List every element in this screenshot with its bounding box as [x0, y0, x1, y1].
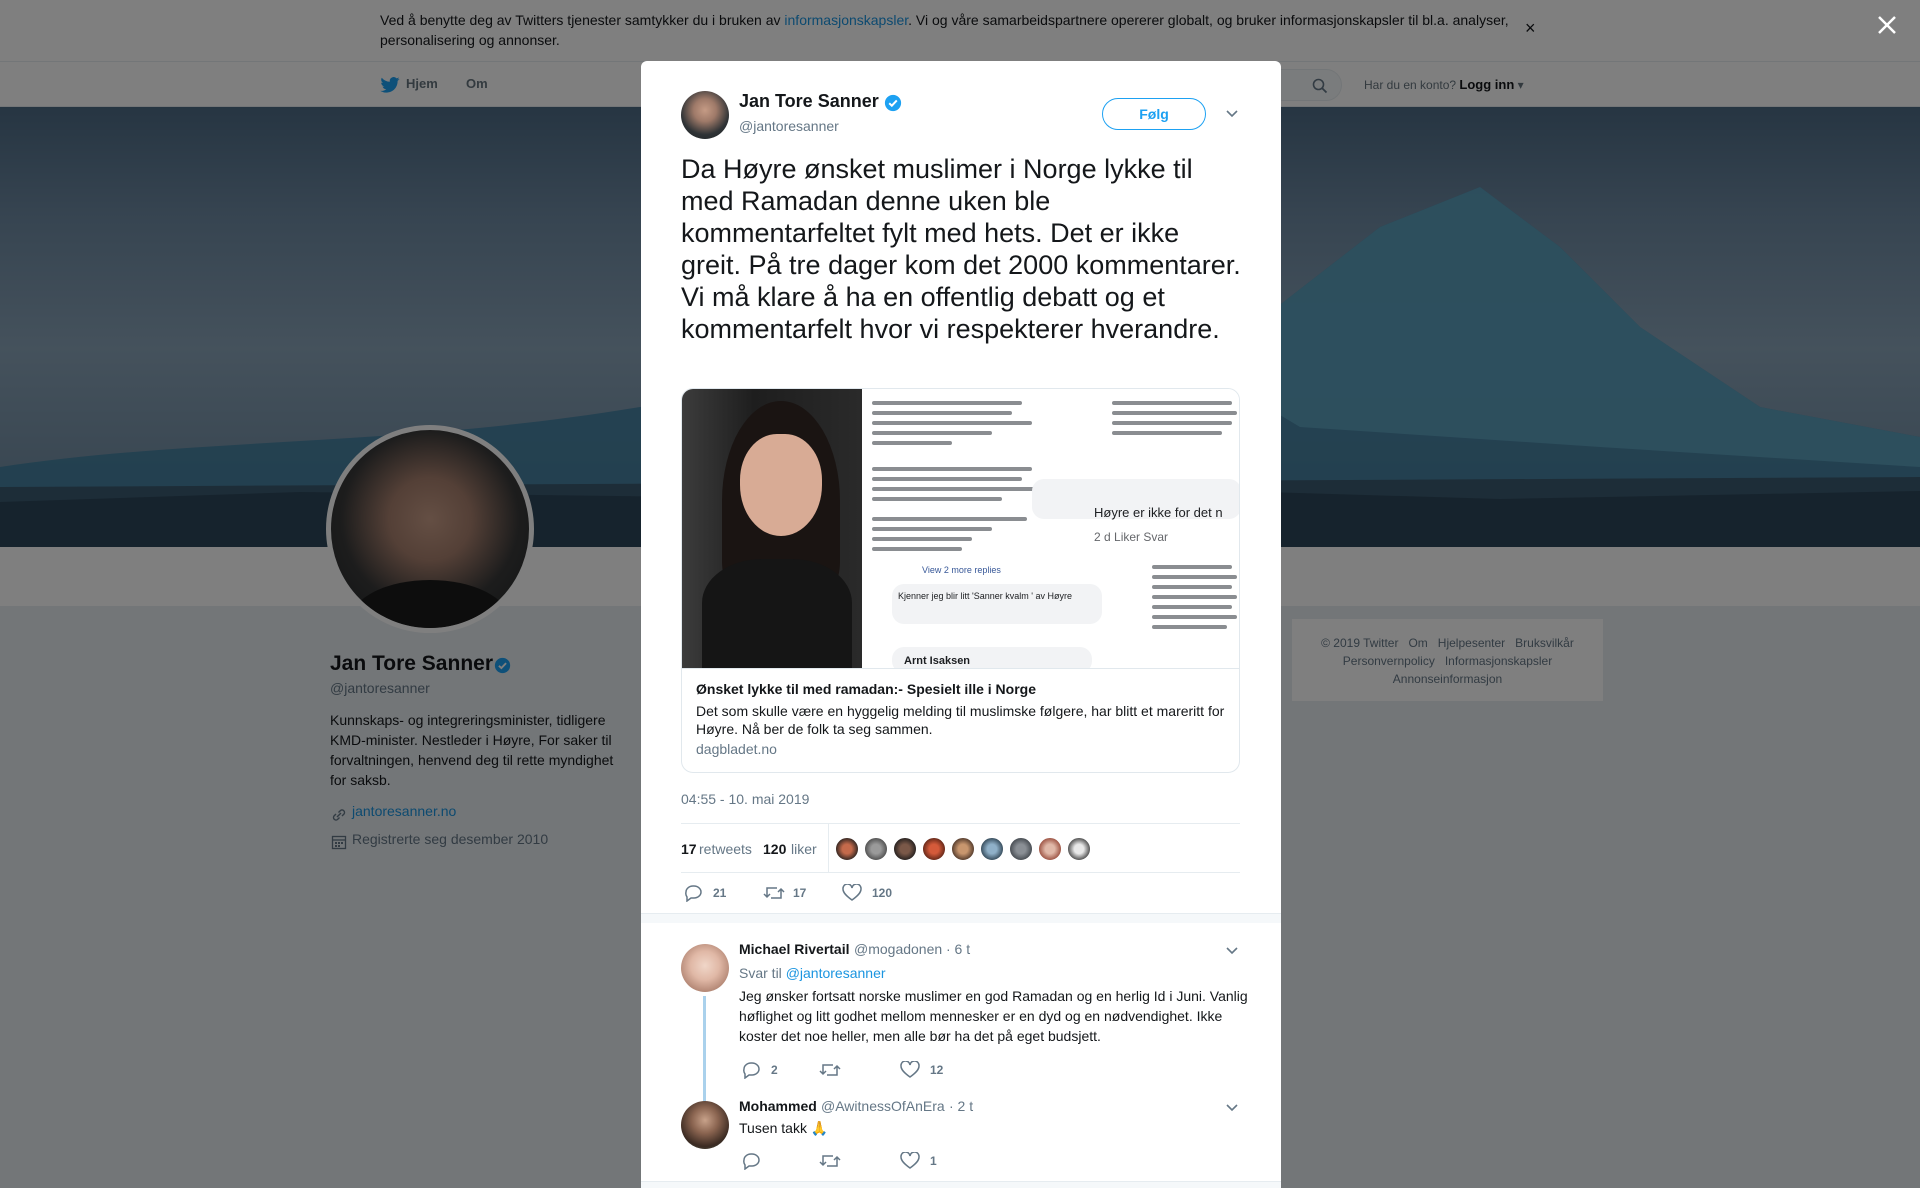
chevron-down-icon[interactable] [1225, 109, 1239, 119]
reply-text: Jeg ønsker fortsatt norske muslimer en g… [739, 988, 1248, 1044]
liker-avatar[interactable] [893, 837, 917, 861]
retweets-count[interactable]: 17 [681, 841, 697, 857]
card-image-view-replies: View 2 more replies [922, 565, 1001, 575]
reply-icon [685, 885, 702, 902]
tweet-timestamp[interactable]: 04:55 - 10. mai 2019 [681, 791, 809, 807]
card-title[interactable]: Ønsket lykke til med ramadan:- Spesielt … [696, 681, 1036, 697]
card-image-commenter: Arnt Isaksen [904, 655, 971, 667]
chevron-down-icon[interactable] [1225, 1103, 1239, 1113]
tweet-modal: Jan Tore Sanner @jantoresanner Følg Da H… [641, 61, 1281, 1188]
stats-divider [828, 824, 829, 872]
like-count: 12 [930, 1063, 944, 1077]
card-photo [682, 389, 862, 668]
liker-avatar[interactable] [864, 837, 888, 861]
card-image-comment: Kjenner jeg blir litt 'Sanner kvalm ' av… [898, 591, 1073, 601]
verified-badge-icon [884, 94, 902, 112]
heart-icon [900, 1152, 920, 1169]
retweet-icon [763, 887, 785, 899]
reply-to-link[interactable]: @jantoresanner [786, 965, 886, 981]
reply-time[interactable]: · 2 t [949, 1098, 973, 1114]
likes-count[interactable]: 120 [763, 841, 786, 857]
tweet-text: Da Høyre ønsket muslimer i Norge lykke t… [681, 154, 1241, 344]
reply-count: 2 [771, 1063, 778, 1077]
close-icon[interactable] [1874, 12, 1900, 38]
card-domain[interactable]: dagbladet.no [696, 741, 777, 757]
retweet-icon [819, 1064, 841, 1076]
reply-author-name[interactable]: Michael Rivertail [739, 941, 850, 957]
author-avatar[interactable] [681, 91, 729, 139]
reply-icon [743, 1153, 760, 1170]
card-image-comment: Høyre er ikke for det n [1094, 505, 1223, 520]
author-handle[interactable]: @jantoresanner [739, 118, 839, 134]
card-image[interactable]: Høyre er ikke for det n 2 d Liker Svar V… [682, 389, 1239, 669]
liker-avatar[interactable] [835, 837, 859, 861]
retweet-icon [819, 1155, 841, 1167]
retweets-label[interactable]: retweets [699, 841, 752, 857]
liker-avatar[interactable] [1038, 837, 1062, 861]
reply-text: Tusen takk 🙏 [739, 1120, 829, 1136]
modal-bottom-edge [641, 1181, 1281, 1188]
heart-icon [842, 884, 862, 901]
card-image-comment-meta: 2 d Liker Svar [1094, 530, 1169, 544]
link-card[interactable]: Høyre er ikke for det n 2 d Liker Svar V… [681, 388, 1240, 773]
reply-count: 21 [713, 886, 727, 900]
tweet-stats: 17 retweets 120 liker [681, 823, 1240, 873]
reply-author-handle[interactable]: @AwitnessOfAnEra [821, 1098, 945, 1114]
likes-label[interactable]: liker [791, 841, 817, 857]
liker-avatar[interactable] [980, 837, 1004, 861]
liker-avatar[interactable] [1009, 837, 1033, 861]
reply-icon [743, 1062, 760, 1079]
heart-icon [900, 1061, 920, 1078]
replies-divider [641, 913, 1281, 923]
like-count: 1 [930, 1154, 937, 1168]
chevron-down-icon[interactable] [1225, 946, 1239, 956]
liker-avatar[interactable] [951, 837, 975, 861]
reply-author-handle[interactable]: @mogadonen [854, 941, 942, 957]
card-description: Det som skulle være en hyggelig melding … [696, 703, 1225, 737]
retweet-count: 17 [793, 886, 807, 900]
reply-avatar[interactable] [681, 944, 729, 992]
reply-author-name[interactable]: Mohammed [739, 1098, 817, 1114]
reply-to-line: Svar til @jantoresanner [739, 965, 886, 981]
author-name[interactable]: Jan Tore Sanner [739, 91, 879, 112]
liker-avatar[interactable] [1067, 837, 1091, 861]
liker-avatar[interactable] [922, 837, 946, 861]
follow-button[interactable]: Følg [1102, 98, 1206, 130]
reply-avatar[interactable] [681, 1101, 729, 1149]
like-count: 120 [872, 886, 893, 900]
reply-time[interactable]: · 6 t [946, 941, 970, 957]
